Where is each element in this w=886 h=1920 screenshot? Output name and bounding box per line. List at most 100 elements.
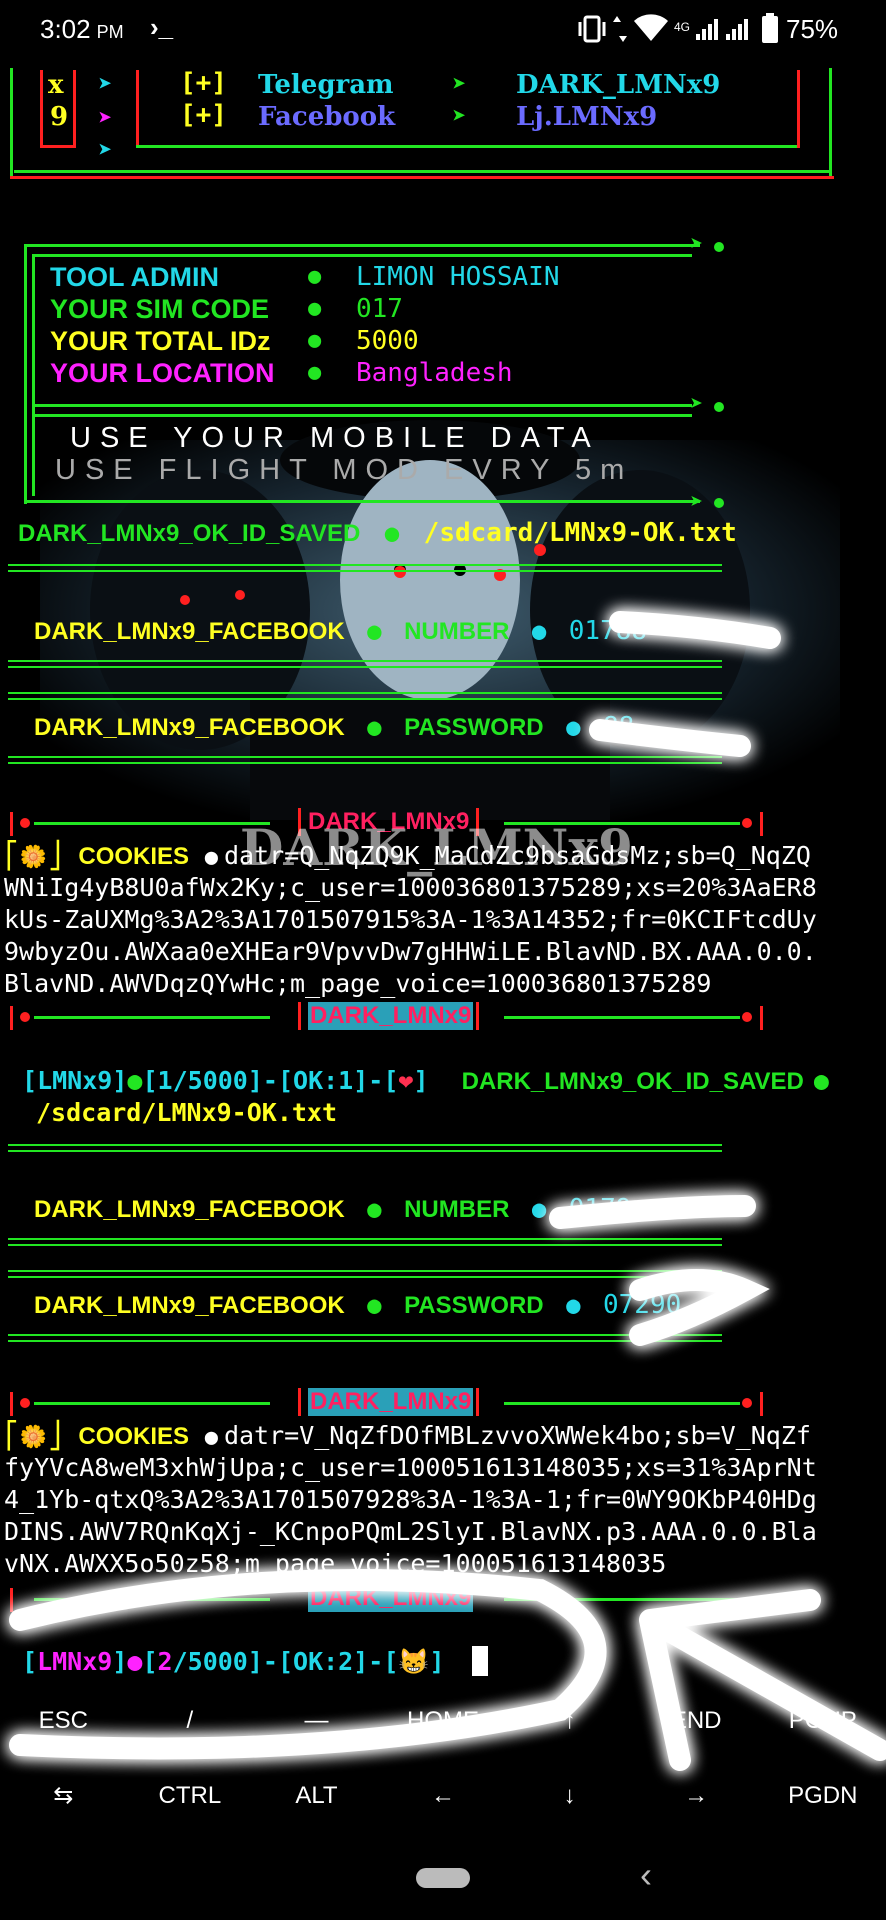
divider (8, 1238, 722, 1240)
logo-letter: x (48, 70, 64, 100)
banner-divider: DARK_LMNx9 (0, 1388, 886, 1418)
divider (8, 756, 722, 758)
progress-total: 5000 (187, 1647, 248, 1676)
result-number-row: DARK_LMNx9_FACEBOOK ● NUMBER ● 01788 (34, 616, 648, 646)
info-box-border (24, 244, 700, 247)
top-box-border (797, 70, 800, 148)
key-pgdn[interactable]: PGDN (759, 1766, 886, 1836)
key-ctrl[interactable]: CTRL (127, 1766, 254, 1836)
cookie-label: COOKIES (78, 843, 190, 870)
data-arrows-icon (613, 16, 627, 42)
progress-line: [LMNx9]●[1/5000]-[OK:1]-[❤] DARK_LMNx9_O… (22, 1066, 829, 1095)
info-key: TOOL ADMIN (50, 262, 220, 292)
key-right[interactable]: → (633, 1766, 760, 1836)
dot-icon (714, 242, 724, 252)
key-esc[interactable]: ESC (0, 1694, 127, 1764)
arrow-icon: ➤ (452, 102, 467, 130)
result-label: DARK_LMNx9_FACEBOOK (34, 618, 345, 645)
key-left[interactable]: ← (380, 1766, 507, 1836)
banner-divider: DARK_LMNx9 (0, 1002, 886, 1032)
cookie-label: COOKIES (78, 1423, 190, 1450)
battery-percent: 75% (786, 14, 839, 44)
key-slash[interactable]: / (127, 1694, 254, 1764)
progress-total: 5000 (187, 1066, 248, 1095)
result-field: PASSWORD (404, 1292, 544, 1319)
info-bullet: ● (308, 360, 322, 385)
vibrate-icon (578, 15, 606, 43)
bullet: ● (384, 519, 400, 547)
flower-icon: 🌼 (19, 1425, 48, 1450)
status-bar: 3:02 PM ›_ 4G 75% (0, 0, 886, 60)
result-password-row: DARK_LMNx9_FACEBOOK ● PASSWORD ● 88 (34, 712, 635, 742)
contact-label: Telegram (258, 70, 394, 100)
key-alt[interactable]: ALT (253, 1766, 380, 1836)
contact-label: Facebook (258, 102, 396, 132)
divider (8, 698, 722, 700)
top-box-border (136, 70, 139, 148)
key-tab[interactable]: ⇆ (0, 1766, 127, 1836)
key-pgup[interactable]: PGUP (759, 1694, 886, 1764)
arrow-icon: ➤ (452, 70, 467, 98)
progress-tag: LMNx9 (37, 1647, 113, 1676)
info-key: YOUR LOCATION (50, 358, 275, 388)
bullet: ● (204, 1425, 218, 1450)
divider (8, 692, 722, 694)
ok-count: OK:2 (293, 1647, 354, 1676)
home-gesture-pill[interactable] (416, 1868, 470, 1888)
key-end[interactable]: END (633, 1694, 760, 1764)
cookie-text: DINS.AWV7RQnKqXj-_KCnpoPQmL2SlyI.BlavNX.… (4, 1517, 817, 1546)
key-up[interactable]: ↑ (506, 1694, 633, 1764)
saved-label: DARK_LMNx9_OK_ID_SAVED (18, 520, 361, 547)
info-key: YOUR TOTAL IDz (50, 326, 271, 356)
divider (8, 1144, 722, 1146)
back-button[interactable]: ‹ (640, 1854, 652, 1896)
key-home[interactable]: HOME (380, 1694, 507, 1764)
contact-value: DARK_LMNx9 (516, 70, 721, 100)
info-bullet: ● (308, 264, 322, 289)
banner-brand: DARK_LMNx9 (308, 1584, 474, 1612)
result-number-row: DARK_LMNx9_FACEBOOK ● NUMBER ● 0179 (34, 1194, 632, 1224)
cookie-text: datr=V_NqZfDOfMBLzvvoXWWek4bo;sb=V_NqZf (223, 1421, 811, 1450)
top-box-border (14, 170, 830, 173)
extra-keys-row-1: ESC / — HOME ↑ END PGUP (0, 1694, 886, 1764)
key-down[interactable]: ↓ (506, 1766, 633, 1836)
info-box-border (32, 254, 692, 257)
heart-icon: ❤ (398, 1066, 414, 1095)
info-box-border (24, 244, 27, 504)
result-field: PASSWORD (404, 714, 544, 741)
notice-line-2: USE FLIGHT MOD EVRY 5m (55, 454, 634, 486)
saved-path: /sdcard/LMNx9-OK.txt (36, 1098, 338, 1127)
result-value: 07290 (603, 1290, 682, 1320)
top-box-border (136, 145, 800, 148)
result-label: DARK_LMNx9_FACEBOOK (34, 1292, 345, 1319)
result-password-row: DARK_LMNx9_FACEBOOK ● PASSWORD ● 07290 (34, 1290, 682, 1320)
result-field: NUMBER (404, 1196, 510, 1223)
divider (8, 1150, 722, 1152)
cookie-text: kUs-ZaUXMg%3A2%3A1701507915%3A-1%3A14352… (4, 905, 817, 934)
cookie-text: BlavND.AWVDqzQYwHc;m_page_voice=10003680… (4, 969, 712, 998)
logo-letter: 9 (50, 102, 69, 132)
info-box-border (32, 404, 692, 407)
row-prefix: [+] (180, 100, 227, 130)
progress-count: 1 (157, 1066, 173, 1095)
info-key: YOUR SIM CODE (50, 294, 270, 324)
key-dash[interactable]: — (253, 1694, 380, 1764)
status-time: 3:02 PM (40, 14, 124, 44)
row-prefix: [+] (180, 68, 227, 98)
cookie-text: fyYVcA8weM3xhWjUpa;c_user=10005161314803… (4, 1453, 817, 1482)
info-box-border (32, 414, 692, 417)
cat-icon: 😸 (398, 1647, 430, 1676)
result-value: 0179 (568, 1194, 632, 1224)
network-type: 4G (674, 20, 691, 34)
divider (8, 564, 722, 566)
wifi-icon (634, 14, 668, 41)
result-field: NUMBER (404, 618, 510, 645)
info-bullet: ● (308, 296, 322, 321)
prompt-line[interactable]: [LMNx9]●[2/5000]-[OK:2]-[😸] (22, 1646, 488, 1677)
bullet: ● (204, 845, 218, 870)
dot-icon (714, 498, 724, 508)
chevron-icon: ➤ (98, 70, 113, 98)
info-box-border (32, 254, 35, 496)
ok-count: OK:1 (293, 1066, 354, 1095)
info-bullet: ● (308, 328, 322, 353)
